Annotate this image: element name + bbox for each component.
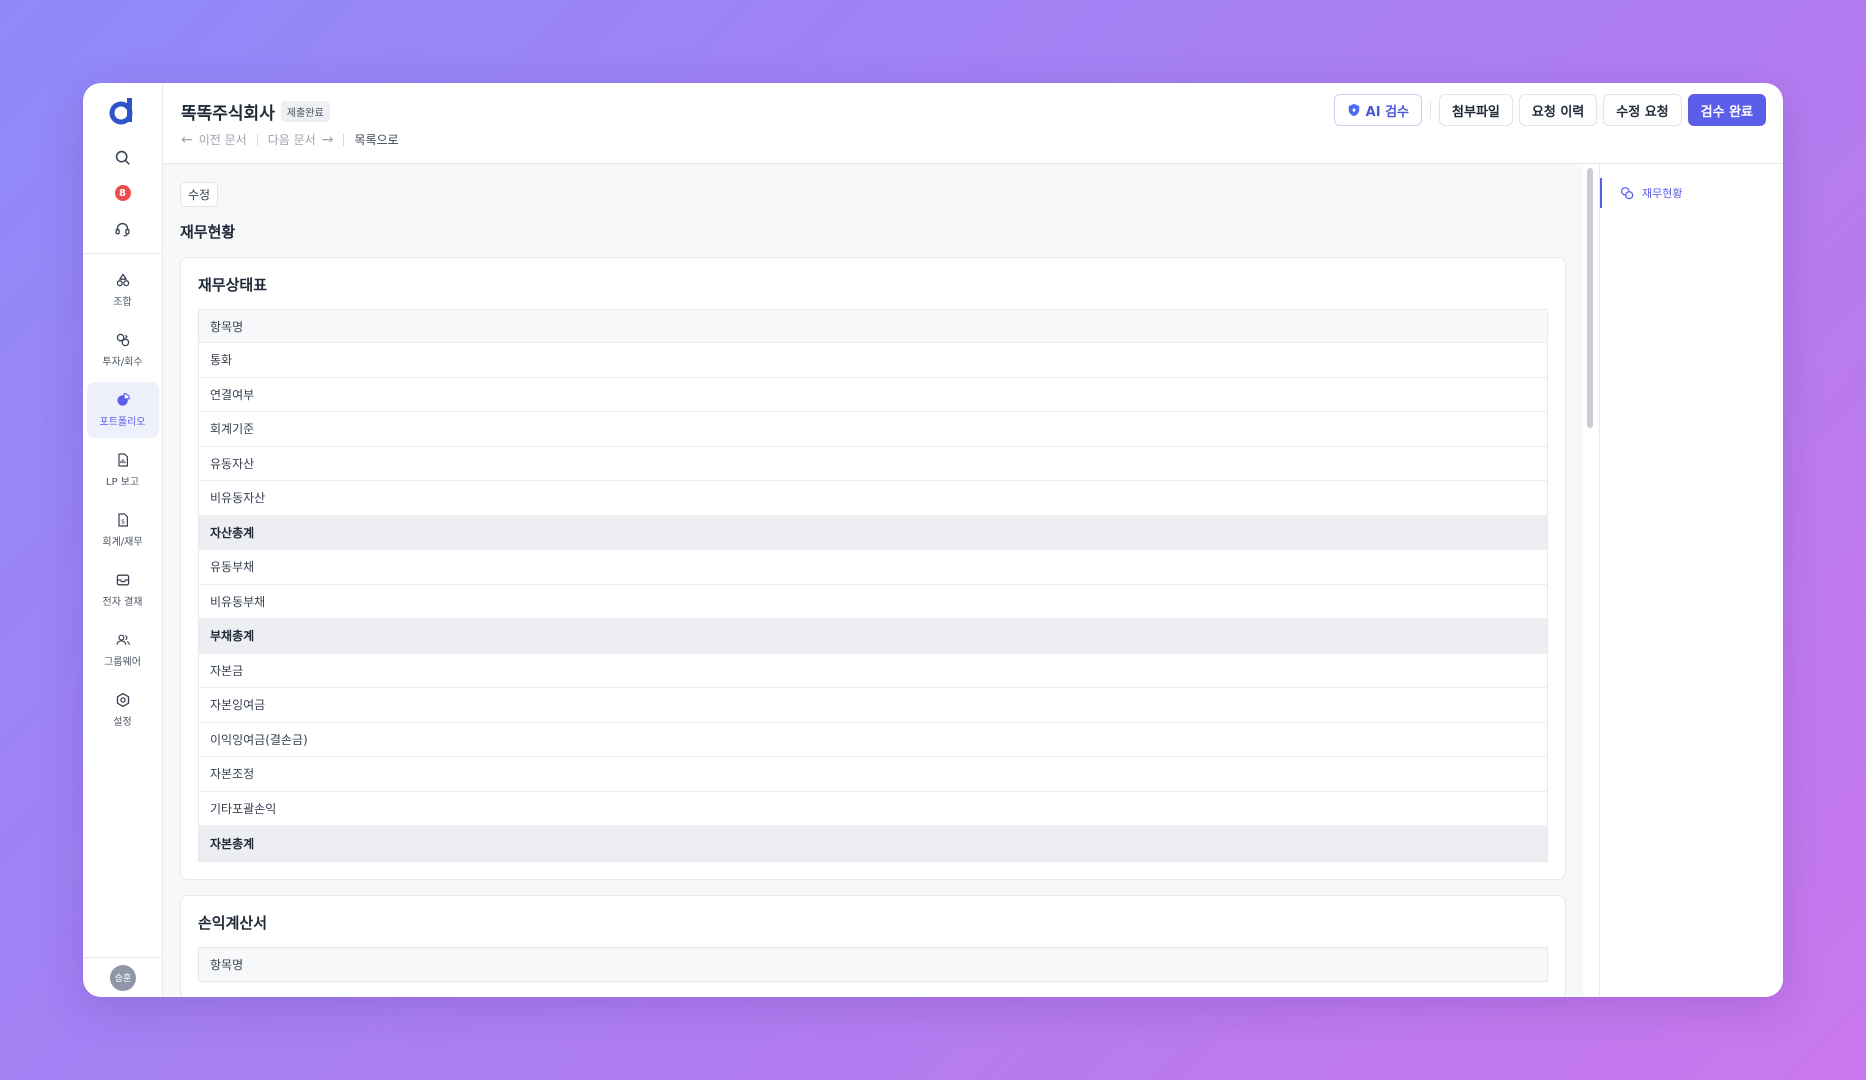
toc-item-label: 재무현황 bbox=[1642, 187, 1683, 200]
table-of-contents: 재무현황 bbox=[1599, 164, 1783, 997]
edit-button[interactable]: 수정 bbox=[180, 182, 219, 207]
sidebar-divider bbox=[83, 253, 163, 254]
table-row: 회계기준 bbox=[199, 412, 1547, 447]
sidebar-item-label: 그룹웨어 bbox=[104, 657, 141, 668]
table-row: 자본잉여금 bbox=[199, 688, 1547, 723]
next-document-link[interactable]: 다음 문서 bbox=[268, 131, 316, 148]
sidebar-item-settings[interactable]: 설정 bbox=[87, 682, 159, 738]
income-statement-card: 손익계산서 항목명 bbox=[180, 894, 1566, 997]
table-row-total: 자산총계 bbox=[199, 515, 1547, 550]
income-statement-title: 손익계산서 bbox=[198, 913, 268, 932]
sidebar-item-label: 투자/회수 bbox=[102, 357, 143, 368]
users-icon bbox=[115, 634, 130, 645]
sidebar-nav: 조합 투자/회수 포트폴리오 LP 보고 $ 회계/재무 전자 결재 그룹웨어 … bbox=[86, 262, 159, 738]
inbox-icon bbox=[116, 574, 129, 586]
arrow-right-icon: → bbox=[321, 131, 334, 148]
sidebar: 8 조합 투자/회수 포트폴리오 LP 보고 $ 회계/재무 전자 결재 그룹웨… bbox=[83, 83, 163, 997]
app-window: 8 조합 투자/회수 포트폴리오 LP 보고 $ 회계/재무 전자 결재 그룹웨… bbox=[83, 83, 1783, 997]
table-row-total: 부채총계 bbox=[199, 619, 1547, 654]
table-header: 항목명 bbox=[199, 310, 1547, 343]
table-row: 유동부채 bbox=[199, 550, 1547, 585]
prev-document-link[interactable]: 이전 문서 bbox=[199, 131, 247, 148]
svg-text:$: $ bbox=[120, 518, 124, 526]
request-history-button[interactable]: 요청 이력 bbox=[1518, 94, 1598, 126]
nav-separator bbox=[256, 133, 258, 146]
table-row: 비유동부채 bbox=[199, 585, 1547, 619]
app-logo[interactable] bbox=[107, 95, 139, 127]
scrollbar-thumb[interactable] bbox=[1587, 168, 1593, 428]
sidebar-item-accounting[interactable]: $ 회계/재무 bbox=[87, 502, 159, 558]
back-to-list-link[interactable]: 목록으로 bbox=[354, 131, 398, 148]
recycle-icon bbox=[116, 273, 129, 287]
attachments-button[interactable]: 첨부파일 bbox=[1439, 94, 1513, 126]
pie-chart-icon bbox=[116, 393, 130, 406]
table-row: 자본금 bbox=[199, 654, 1547, 688]
sidebar-item-portfolio[interactable]: 포트폴리오 bbox=[86, 382, 159, 438]
content-area: 수정 재무현황 재무상태표 항목명 통화 연결여부 회계기준 유동자산 비유동자… bbox=[163, 164, 1583, 997]
main-area: 똑똑주식회사 제출완료 ← 이전 문서 다음 문서 → 목록으로 AI 검수 첨… bbox=[163, 83, 1783, 997]
arrow-left-icon: ← bbox=[181, 131, 193, 148]
actions-separator bbox=[1430, 101, 1432, 119]
accounting-icon: $ bbox=[117, 513, 128, 527]
toc-item-financial-status[interactable]: 재무현황 bbox=[1600, 178, 1783, 208]
headset-icon[interactable] bbox=[110, 217, 136, 241]
ai-review-button[interactable]: AI 검수 bbox=[1333, 94, 1423, 126]
report-icon bbox=[117, 453, 128, 467]
sidebar-item-lp-report[interactable]: LP 보고 bbox=[87, 442, 159, 498]
income-statement-table: 항목명 bbox=[198, 946, 1548, 982]
table-row: 유동자산 bbox=[199, 447, 1547, 481]
search-icon[interactable] bbox=[110, 145, 136, 169]
page-title: 똑똑주식회사 bbox=[181, 104, 275, 124]
notification-count-badge: 8 bbox=[114, 185, 131, 201]
sidebar-item-label: LP 보고 bbox=[105, 477, 140, 488]
avatar[interactable]: 승훈 bbox=[110, 964, 136, 991]
nav-separator bbox=[343, 133, 345, 146]
content-scrollbar[interactable] bbox=[1583, 164, 1599, 997]
table-row: 연결여부 bbox=[199, 378, 1547, 412]
shield-icon bbox=[1348, 103, 1359, 117]
table-row: 자본조정 bbox=[199, 757, 1547, 792]
table-row: 이익잉여금(결손금) bbox=[199, 723, 1547, 757]
sidebar-item-label: 전자 결재 bbox=[102, 597, 143, 608]
notification-button[interactable]: 8 bbox=[110, 181, 136, 205]
table-header: 항목명 bbox=[199, 947, 1547, 981]
sidebar-item-label: 포트폴리오 bbox=[99, 417, 146, 428]
table-row: 비유동자산 bbox=[199, 481, 1547, 516]
sidebar-item-label: 회계/재무 bbox=[102, 537, 143, 548]
sidebar-item-label: 조합 bbox=[113, 297, 132, 308]
investment-icon bbox=[116, 333, 129, 347]
page-body: 수정 재무현황 재무상태표 항목명 통화 연결여부 회계기준 유동자산 비유동자… bbox=[163, 164, 1783, 997]
coins-icon bbox=[1620, 186, 1634, 200]
revision-request-button[interactable]: 수정 요청 bbox=[1603, 94, 1682, 126]
document-navigation: ← 이전 문서 다음 문서 → 목록으로 bbox=[181, 131, 399, 148]
table-row: 기타포괄손익 bbox=[199, 792, 1547, 826]
table-row: 통화 bbox=[199, 343, 1547, 378]
balance-sheet-title: 재무상태표 bbox=[198, 276, 268, 294]
header-actions: AI 검수 첨부파일 요청 이력 수정 요청 검수 완료 bbox=[1333, 94, 1766, 126]
sidebar-item-approval[interactable]: 전자 결재 bbox=[87, 562, 159, 618]
ai-review-label: AI 검수 bbox=[1365, 104, 1410, 120]
section-title: 재무현황 bbox=[180, 223, 236, 241]
table-row-total: 자본총계 bbox=[199, 826, 1547, 861]
sidebar-item-fund[interactable]: 조합 bbox=[87, 262, 159, 318]
sidebar-item-investment[interactable]: 투자/회수 bbox=[87, 322, 159, 378]
sidebar-footer: 승훈 bbox=[83, 957, 163, 997]
sidebar-item-label: 설정 bbox=[113, 717, 132, 728]
balance-sheet-card: 재무상태표 항목명 통화 연결여부 회계기준 유동자산 비유동자산 자산총계 유… bbox=[180, 257, 1566, 880]
gear-icon bbox=[116, 692, 129, 708]
review-complete-button[interactable]: 검수 완료 bbox=[1687, 94, 1766, 126]
balance-sheet-table: 항목명 통화 연결여부 회계기준 유동자산 비유동자산 자산총계 유동부채 비유… bbox=[198, 309, 1548, 862]
sidebar-item-groupware[interactable]: 그룹웨어 bbox=[87, 622, 159, 678]
status-badge: 제출완료 bbox=[280, 101, 330, 122]
page-header: 똑똑주식회사 제출완료 ← 이전 문서 다음 문서 → 목록으로 AI 검수 첨… bbox=[163, 83, 1783, 164]
